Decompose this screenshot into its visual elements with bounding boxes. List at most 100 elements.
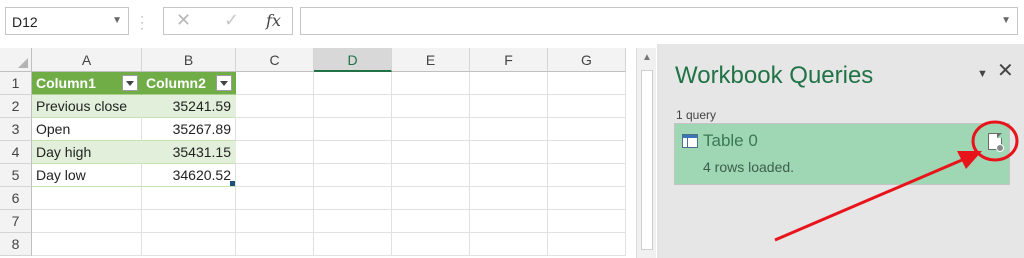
formula-buttons: ✕ ✓ fx <box>163 7 293 35</box>
cell[interactable] <box>548 164 626 187</box>
filter-dropdown-icon[interactable] <box>216 75 232 91</box>
vertical-scrollbar[interactable]: ▲ <box>636 48 656 258</box>
cell[interactable] <box>142 233 236 256</box>
insert-function-button[interactable]: fx <box>266 11 281 30</box>
cell[interactable] <box>314 72 392 95</box>
cell[interactable] <box>236 95 314 118</box>
cell[interactable] <box>392 210 470 233</box>
cell[interactable] <box>314 95 392 118</box>
formula-input[interactable]: ▼ <box>300 7 1018 35</box>
query-status: 4 rows loaded. <box>703 159 795 175</box>
cell[interactable] <box>314 164 392 187</box>
cell[interactable] <box>470 210 548 233</box>
grip-icon[interactable]: · · · <box>140 10 146 34</box>
cell[interactable] <box>314 187 392 210</box>
column-header-g[interactable]: G <box>548 48 626 72</box>
query-item[interactable]: Table 0 4 rows loaded. <box>674 123 1010 185</box>
table-cell-value[interactable]: 35241.59 <box>142 95 236 118</box>
query-name: Table 0 <box>703 131 758 150</box>
cell[interactable] <box>236 187 314 210</box>
row-header-2[interactable]: 2 <box>0 95 32 118</box>
scrollbar-thumb[interactable] <box>641 70 653 250</box>
table-cell-value[interactable]: 34620.52 <box>142 164 236 187</box>
cell[interactable] <box>548 95 626 118</box>
cell[interactable] <box>470 187 548 210</box>
table-cell-label[interactable]: Day high <box>32 141 142 164</box>
cell[interactable] <box>548 187 626 210</box>
table-resize-handle[interactable] <box>230 181 235 186</box>
row-header-7[interactable]: 7 <box>0 210 32 233</box>
cell[interactable] <box>548 118 626 141</box>
cell[interactable] <box>392 187 470 210</box>
cell[interactable] <box>470 72 548 95</box>
select-all-button[interactable] <box>0 48 32 72</box>
column-header-a[interactable]: A <box>32 48 142 72</box>
table-cell-label[interactable]: Previous close <box>32 95 142 118</box>
cell[interactable] <box>548 233 626 256</box>
cell[interactable] <box>470 233 548 256</box>
name-box-value: D12 <box>12 14 38 30</box>
cell[interactable] <box>236 118 314 141</box>
cell[interactable] <box>314 233 392 256</box>
column-header-e[interactable]: E <box>392 48 470 72</box>
cell[interactable] <box>392 141 470 164</box>
table-header-label: Column1 <box>36 75 96 91</box>
row-header-4[interactable]: 4 <box>0 141 32 164</box>
cell[interactable] <box>548 210 626 233</box>
chevron-down-icon[interactable]: ▼ <box>112 15 122 26</box>
row-header-5[interactable]: 5 <box>0 164 32 187</box>
cell[interactable] <box>470 95 548 118</box>
cell[interactable] <box>236 164 314 187</box>
cell[interactable] <box>236 141 314 164</box>
table-cell-label[interactable]: Open <box>32 118 142 141</box>
table-cell-label[interactable]: Day low <box>32 164 142 187</box>
cell[interactable] <box>392 95 470 118</box>
cell[interactable] <box>392 72 470 95</box>
cell[interactable] <box>470 164 548 187</box>
row-header-8[interactable]: 8 <box>0 233 32 256</box>
cell[interactable] <box>470 118 548 141</box>
table-header-cell[interactable]: Column1 <box>32 72 142 95</box>
cell[interactable] <box>236 210 314 233</box>
cell[interactable] <box>142 187 236 210</box>
cell[interactable] <box>32 187 142 210</box>
cell[interactable] <box>392 164 470 187</box>
cell[interactable] <box>314 210 392 233</box>
column-header-c[interactable]: C <box>236 48 314 72</box>
row-header-6[interactable]: 6 <box>0 187 32 210</box>
worksheet-grid[interactable]: ABCDEFG 12345678 Column1 Column2 Previous … <box>0 48 636 258</box>
column-header-f[interactable]: F <box>470 48 548 72</box>
enter-icon[interactable]: ✓ <box>224 10 239 31</box>
query-count: 1 query <box>676 108 717 122</box>
cancel-icon[interactable]: ✕ <box>176 10 191 31</box>
cell[interactable] <box>236 72 314 95</box>
table-cell-value[interactable]: 35431.15 <box>142 141 236 164</box>
row-header-3[interactable]: 3 <box>0 118 32 141</box>
table-header-cell[interactable]: Column2 <box>142 72 236 95</box>
cell[interactable] <box>470 141 548 164</box>
cell[interactable] <box>392 118 470 141</box>
expand-formula-icon[interactable]: ▼ <box>1001 15 1011 26</box>
column-header-b[interactable]: B <box>142 48 236 72</box>
cell[interactable] <box>236 233 314 256</box>
cell[interactable] <box>142 210 236 233</box>
cell[interactable] <box>392 233 470 256</box>
cell[interactable] <box>32 210 142 233</box>
filter-dropdown-icon[interactable] <box>122 75 138 91</box>
cell[interactable] <box>32 233 142 256</box>
cell[interactable] <box>548 141 626 164</box>
table-cell-value[interactable]: 35267.89 <box>142 118 236 141</box>
cell[interactable] <box>314 118 392 141</box>
row-header-1[interactable]: 1 <box>0 72 32 95</box>
cell[interactable] <box>548 72 626 95</box>
column-header-d[interactable]: D <box>314 48 392 72</box>
query-options-icon[interactable] <box>988 133 1004 152</box>
scroll-up-icon[interactable]: ▲ <box>640 51 654 65</box>
formula-bar: D12 ▼ · · · ✕ ✓ fx ▼ <box>0 0 1024 44</box>
pane-title: Workbook Queries <box>675 62 874 89</box>
name-box[interactable]: D12 ▼ <box>5 7 129 35</box>
table-icon <box>682 134 698 148</box>
cell[interactable] <box>314 141 392 164</box>
close-icon[interactable]: ✕ <box>997 61 1014 81</box>
pane-dropdown-icon[interactable]: ▼ <box>977 68 988 80</box>
